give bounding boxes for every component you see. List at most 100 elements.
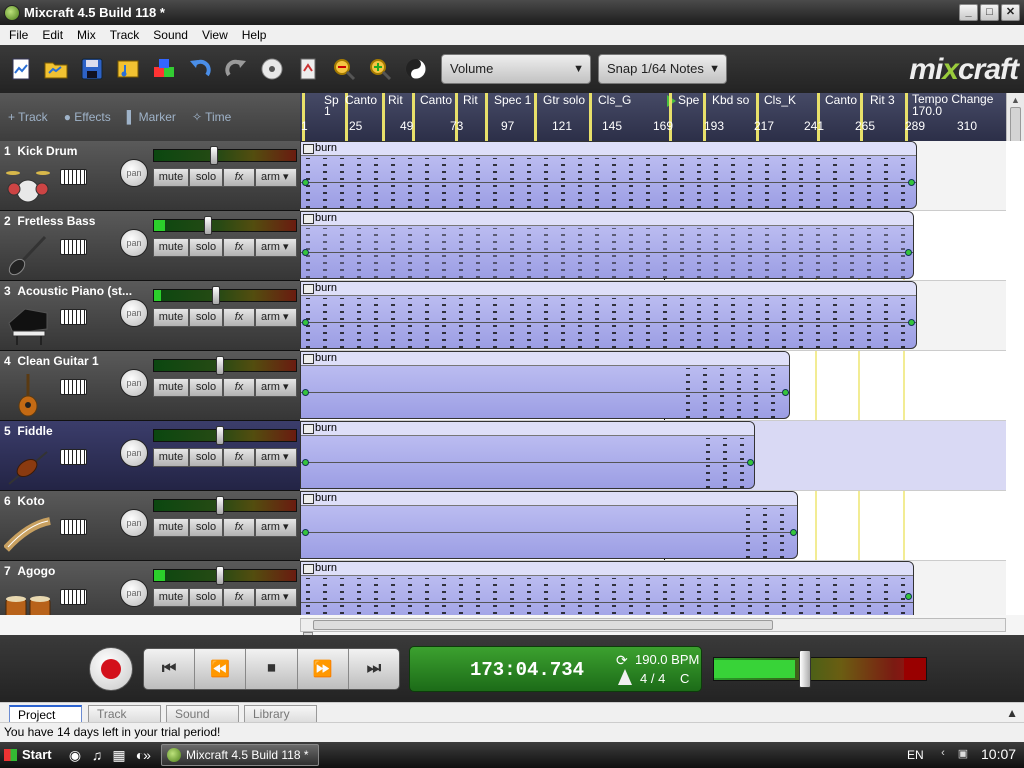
network-icon[interactable]: ▣ [955,747,971,763]
tempo-readout[interactable]: 190.0 BPM [635,652,699,667]
time-display[interactable]: 173:04.734 ⟳ 190.0 BPM 4 / 4 C [409,646,702,692]
marker-label[interactable]: Canto [337,93,377,107]
solo-button[interactable]: solo [189,168,223,187]
time-signature-readout[interactable]: 4 / 4 [640,671,665,686]
piano-icon[interactable] [4,301,52,349]
arm-button[interactable]: arm ▾ [255,168,297,187]
volume-slider[interactable] [153,356,297,375]
automation-point[interactable] [302,389,309,396]
automation-point[interactable] [782,389,789,396]
marker-label[interactable]: Canto [817,93,857,107]
open-project-icon[interactable] [42,55,70,83]
menu-edit[interactable]: Edit [35,28,70,42]
arm-button[interactable]: arm ▾ [255,238,297,257]
new-project-icon[interactable] [7,55,35,83]
marker-label[interactable]: Cls_G [590,93,631,107]
track-lane[interactable]: burn [300,141,1006,211]
automation-point[interactable] [302,319,309,326]
midi-keyboard-icon[interactable] [60,309,87,325]
pan-knob[interactable]: pan [120,299,148,327]
marker-label[interactable]: Rit 3 [862,93,895,107]
mixdown-icon[interactable] [294,55,322,83]
menu-track[interactable]: Track [103,28,147,42]
acoustic-guitar-icon[interactable] [4,371,52,419]
mute-button[interactable]: mute [153,518,189,537]
midi-keyboard-icon[interactable] [60,239,87,255]
go-to-end-button[interactable]: ⏭ [349,649,399,689]
mute-button[interactable]: mute [153,448,189,467]
scroll-up-icon[interactable]: ▲ [1011,95,1020,105]
fx-button[interactable]: fx [223,378,255,397]
midi-clip[interactable]: burn [300,491,798,559]
midi-clip[interactable]: burn [300,351,790,419]
arm-button[interactable]: arm ▾ [255,588,297,607]
maximize-button[interactable]: □ [980,4,999,21]
marker-button[interactable]: ▌ Marker [127,110,176,124]
pan-knob[interactable]: pan [120,369,148,397]
menu-file[interactable]: File [2,28,35,42]
marker-label[interactable]: Spe [670,93,699,107]
tab-sound[interactable]: Sound [166,705,239,723]
loop-icon[interactable]: ⟳ [616,652,628,669]
menu-help[interactable]: Help [235,28,274,42]
taskbar-mixcraft-button[interactable]: Mixcraft 4.5 Build 118 * [161,744,319,766]
volume-slider[interactable] [153,146,297,165]
bass-guitar-icon[interactable] [4,231,52,279]
menu-mix[interactable]: Mix [70,28,103,42]
drum-kit-icon[interactable] [4,161,52,209]
zoom-in-icon[interactable] [366,55,394,83]
tab-track[interactable]: Track [88,705,161,723]
mute-button[interactable]: mute [153,308,189,327]
volume-slider-thumb[interactable] [216,496,224,515]
arm-button[interactable]: arm ▾ [255,378,297,397]
menu-view[interactable]: View [195,28,235,42]
marker-label[interactable]: Kbd so [704,93,749,107]
burn-cd-icon[interactable] [258,55,286,83]
fx-button[interactable]: fx [223,448,255,467]
automation-point[interactable] [908,319,915,326]
solo-button[interactable]: solo [189,588,223,607]
language-indicator[interactable]: EN [907,748,924,762]
music-app-icon[interactable]: ♫ [88,746,106,764]
media-player-icon[interactable]: ▦ [110,746,128,764]
volume-slider[interactable] [153,496,297,515]
fx-button[interactable]: fx [223,238,255,257]
marker-label[interactable]: Rit [380,93,403,107]
fx-button[interactable]: fx [223,308,255,327]
snap-dropdown[interactable]: Snap 1/64 Notes ▼ [598,54,727,84]
automation-dropdown[interactable]: Volume ▼ [441,54,591,84]
start-button[interactable]: Start [0,742,58,768]
redo-icon[interactable] [222,55,250,83]
pan-knob[interactable]: pan [120,579,148,607]
track-lane[interactable]: burn [300,281,1006,351]
fx-button[interactable]: fx [223,168,255,187]
mixcraft-app-icon[interactable] [4,4,20,21]
midi-clip[interactable]: burn [300,211,914,279]
mute-button[interactable]: mute [153,588,189,607]
save-icon[interactable] [78,55,106,83]
solo-button[interactable]: solo [189,378,223,397]
volume-slider-thumb[interactable] [210,146,218,165]
solo-button[interactable]: solo [189,308,223,327]
record-button[interactable] [89,647,133,691]
volume-slider[interactable] [153,566,297,585]
volume-slider[interactable] [153,286,297,305]
undo-icon[interactable] [186,55,214,83]
automation-point[interactable] [302,459,309,466]
firefox-icon[interactable]: ◉ [66,746,84,764]
track-lane[interactable]: burn [300,211,1006,281]
fx-button[interactable]: fx [223,518,255,537]
track-name[interactable]: 4 Clean Guitar 1 [4,354,99,368]
volume-slider[interactable] [153,426,297,445]
track-lane[interactable]: burn [300,421,1006,491]
tab-project[interactable]: Project [9,705,82,723]
key-readout[interactable]: C [680,671,689,686]
automation-point[interactable] [908,179,915,186]
volume-slider-thumb[interactable] [216,566,224,585]
track-controls[interactable]: 6 Koto pan mute solo fx arm ▾ [0,491,300,561]
track-controls[interactable]: 4 Clean Guitar 1 pan mute solo fx arm ▾ [0,351,300,421]
volume-slider[interactable] [153,216,297,235]
horizontal-scroll-thumb[interactable] [313,620,773,630]
arm-button[interactable]: arm ▾ [255,448,297,467]
position-readout[interactable]: 173:04.734 [470,659,584,681]
